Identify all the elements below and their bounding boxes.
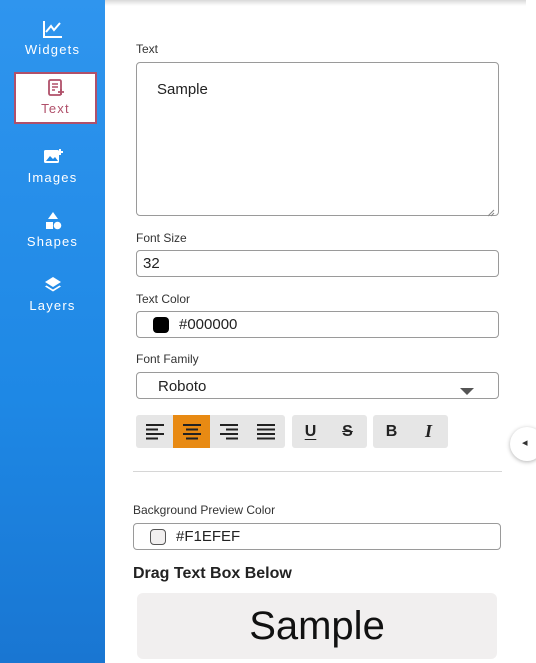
strikethrough-button[interactable]: S [329, 415, 366, 448]
font-family-value: Roboto [158, 378, 207, 395]
background-color-input[interactable]: #F1EFEF [133, 523, 501, 550]
color-swatch[interactable] [153, 317, 169, 333]
section-divider [133, 471, 502, 472]
font-family-select[interactable]: Roboto [136, 372, 499, 399]
align-left-button[interactable] [136, 415, 173, 448]
top-shadow-divider [105, 0, 526, 6]
decoration-group: U S [292, 415, 367, 448]
align-left-icon [145, 423, 164, 440]
text-color-value: #000000 [179, 316, 238, 333]
drag-heading: Drag Text Box Below [133, 565, 292, 582]
text-add-icon [45, 78, 67, 98]
sidebar-item-text[interactable]: Text [14, 72, 97, 124]
color-swatch[interactable] [150, 529, 166, 545]
sidebar: Widgets Text Images Shapes Layers [0, 0, 105, 663]
font-size-value: 32 [143, 255, 160, 272]
background-color-value: #F1EFEF [176, 528, 241, 545]
align-center-icon [182, 423, 201, 440]
align-right-icon [219, 423, 238, 440]
sidebar-item-layers[interactable]: Layers [0, 266, 105, 322]
sidebar-item-label: Widgets [24, 42, 81, 57]
sidebar-item-label: Shapes [26, 234, 79, 249]
sidebar-item-shapes[interactable]: Shapes [0, 202, 105, 258]
align-justify-button[interactable] [247, 415, 284, 448]
shapes-icon [42, 211, 64, 231]
italic-icon: I [424, 421, 432, 441]
bold-icon: B [385, 422, 398, 440]
align-center-button[interactable] [173, 415, 210, 448]
text-input-value: Sample [157, 81, 208, 98]
bold-button[interactable]: B [373, 415, 410, 448]
sidebar-item-label: Text [41, 101, 70, 116]
chevron-down-icon [460, 383, 474, 401]
sidebar-item-label: Images [27, 170, 78, 185]
text-color-input[interactable]: #000000 [136, 311, 499, 338]
layers-icon [42, 275, 64, 295]
sidebar-item-widgets[interactable]: Widgets [0, 10, 105, 66]
style-group: B I [373, 415, 448, 448]
chart-line-icon [42, 19, 64, 39]
chevron-left-icon: ◂ [522, 437, 528, 449]
sidebar-item-images[interactable]: Images [0, 138, 105, 194]
underline-icon: U [304, 422, 317, 440]
text-label: Text [136, 42, 159, 56]
font-size-label: Font Size [136, 231, 187, 245]
strikethrough-icon: S [342, 422, 353, 440]
align-right-button[interactable] [210, 415, 247, 448]
preview-text: Sample [249, 603, 385, 648]
italic-button[interactable]: I [410, 415, 447, 448]
collapse-panel-button[interactable]: ◂ [510, 427, 536, 461]
font-family-label: Font Family [136, 352, 199, 366]
draggable-text-box[interactable]: Sample [137, 593, 497, 659]
alignment-group [136, 415, 285, 448]
image-add-icon [42, 147, 64, 167]
underline-button[interactable]: U [292, 415, 329, 448]
text-color-label: Text Color [136, 292, 191, 306]
align-justify-icon [256, 423, 275, 440]
sidebar-item-label: Layers [29, 298, 76, 313]
background-color-label: Background Preview Color [133, 503, 276, 517]
font-size-input[interactable]: 32 [136, 250, 499, 277]
resize-handle-icon[interactable] [487, 204, 495, 217]
